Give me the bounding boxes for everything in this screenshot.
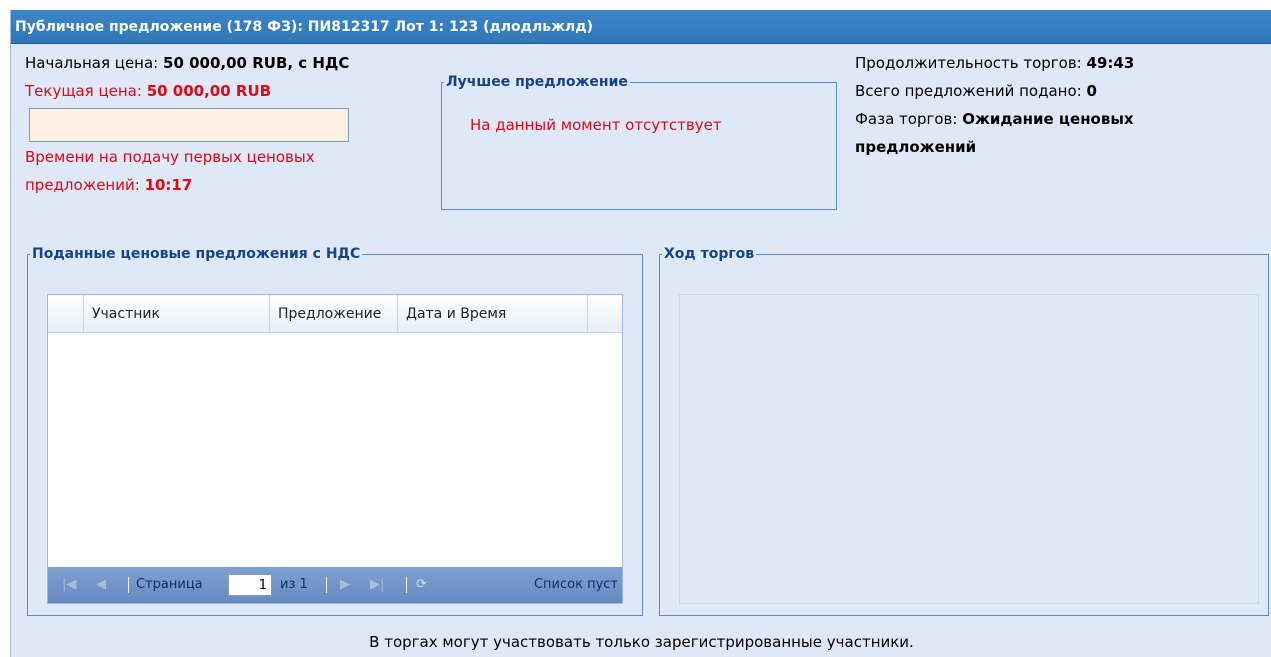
prev-page-icon[interactable]: ◀ xyxy=(96,567,106,603)
start-price-label: Начальная цена: xyxy=(25,54,164,72)
best-offer-text: На данный момент отсутствует xyxy=(470,116,722,134)
phase-row: Фаза торгов: Ожидание ценовых xyxy=(855,110,1134,128)
page-of-label: из 1 xyxy=(280,577,308,592)
duration-value: 49:43 xyxy=(1086,54,1135,72)
start-price-value: 50 000,00 RUB, с НДС xyxy=(163,54,350,72)
window-title: Публичное предложение (178 ФЗ): ПИ812317… xyxy=(11,10,1271,44)
history-legend: Ход торгов xyxy=(664,246,755,262)
current-price-row: Текущая цена: 50 000,00 RUB xyxy=(25,82,271,100)
total-offers-value: 0 xyxy=(1086,82,1097,100)
auction-panel: Публичное предложение (178 ФЗ): ПИ812317… xyxy=(10,10,1271,657)
price-offer-input[interactable] xyxy=(29,108,349,142)
phase-value-line1: Ожидание ценовых xyxy=(962,110,1134,128)
best-offer-box: Лучшее предложение xyxy=(441,74,837,210)
best-offer-legend: Лучшее предложение xyxy=(446,74,628,90)
time-label-line2: предложений: xyxy=(25,176,145,194)
refresh-icon[interactable]: ⟳ xyxy=(416,567,427,603)
pager-status: Список пуст xyxy=(533,577,618,592)
first-page-icon[interactable]: |◀ xyxy=(62,567,76,603)
offers-grid-header: Участник Предложение Дата и Время xyxy=(48,295,622,333)
offers-legend: Поданные ценовые предложения с НДС xyxy=(32,246,361,262)
column-datetime[interactable]: Дата и Время xyxy=(398,295,588,333)
time-label-line1: Времени на подачу первых ценовых xyxy=(25,148,315,166)
total-offers-row: Всего предложений подано: 0 xyxy=(855,82,1097,100)
duration-label: Продолжительность торгов: xyxy=(855,54,1087,72)
time-value: 10:17 xyxy=(144,176,193,194)
column-offer[interactable]: Предложение xyxy=(270,295,398,333)
start-price-row: Начальная цена: 50 000,00 RUB, с НДС xyxy=(25,54,349,72)
history-area xyxy=(679,294,1259,604)
current-price-label: Текущая цена: xyxy=(25,82,147,100)
pager-toolbar: |◀ ◀ Страница из 1 ▶ ▶| ⟳ Список пуст xyxy=(48,567,622,603)
column-rownum xyxy=(48,295,84,333)
phase-label: Фаза торгов: xyxy=(855,110,963,128)
time-row: предложений: 10:17 xyxy=(25,176,192,194)
offers-grid: Участник Предложение Дата и Время |◀ ◀ С… xyxy=(47,294,623,604)
current-price-value: 50 000,00 RUB xyxy=(146,82,272,100)
total-offers-label: Всего предложений подано: xyxy=(855,82,1087,100)
column-participant[interactable]: Участник xyxy=(84,295,270,333)
page-number-input[interactable] xyxy=(228,574,272,596)
duration-row: Продолжительность торгов: 49:43 xyxy=(855,54,1134,72)
footer-note: В торгах могут участвовать только зареги… xyxy=(369,633,914,651)
last-page-icon[interactable]: ▶| xyxy=(370,567,384,603)
page-label: Страница xyxy=(136,577,203,592)
phase-value-line2: предложений xyxy=(855,138,977,156)
next-page-icon[interactable]: ▶ xyxy=(340,567,350,603)
